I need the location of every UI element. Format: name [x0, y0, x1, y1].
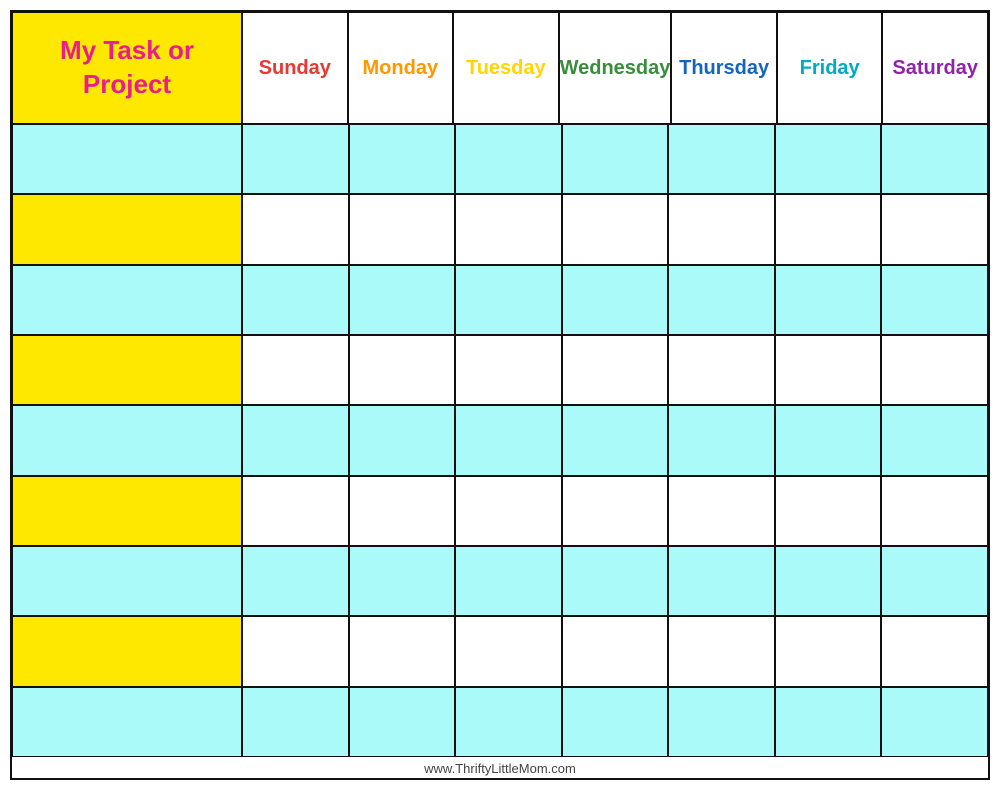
day-cell-r4-d4 [668, 405, 775, 475]
table-row [12, 124, 988, 194]
day-cell-r8-d4 [668, 687, 775, 757]
day-cell-r5-d1 [349, 476, 456, 546]
day-cell-r1-d4 [668, 194, 775, 264]
day-cell-r7-d6 [881, 616, 988, 686]
day-header-wednesday: Wednesday [559, 12, 672, 124]
task-cell-7 [12, 616, 242, 686]
day-cell-r1-d0 [242, 194, 349, 264]
task-cell-3 [12, 335, 242, 405]
day-cell-r3-d1 [349, 335, 456, 405]
weekly-chart: My Task or Project SundayMondayTuesdayWe… [10, 10, 990, 780]
day-cell-r2-d5 [775, 265, 882, 335]
day-cell-r0-d2 [455, 124, 562, 194]
day-cell-r7-d2 [455, 616, 562, 686]
day-cell-r6-d0 [242, 546, 349, 616]
task-cell-5 [12, 476, 242, 546]
day-cell-r5-d0 [242, 476, 349, 546]
day-cell-r7-d5 [775, 616, 882, 686]
day-cell-r1-d6 [881, 194, 988, 264]
day-cell-r5-d2 [455, 476, 562, 546]
day-cell-r8-d5 [775, 687, 882, 757]
day-cell-r4-d3 [562, 405, 669, 475]
day-cell-r8-d6 [881, 687, 988, 757]
data-rows [12, 124, 988, 757]
day-cell-r3-d6 [881, 335, 988, 405]
day-cell-r6-d2 [455, 546, 562, 616]
footer: www.ThriftyLittleMom.com [12, 757, 988, 778]
table-row [12, 616, 988, 686]
day-header-sunday: Sunday [242, 12, 348, 124]
day-cell-r0-d5 [775, 124, 882, 194]
table: My Task or Project SundayMondayTuesdayWe… [12, 12, 988, 757]
day-cell-r8-d1 [349, 687, 456, 757]
day-cell-r7-d3 [562, 616, 669, 686]
day-header-saturday: Saturday [882, 12, 988, 124]
task-cell-1 [12, 194, 242, 264]
task-cell-6 [12, 546, 242, 616]
day-cell-r0-d1 [349, 124, 456, 194]
day-cell-r6-d3 [562, 546, 669, 616]
day-cell-r5-d4 [668, 476, 775, 546]
day-cell-r6-d1 [349, 546, 456, 616]
header-row: My Task or Project SundayMondayTuesdayWe… [12, 12, 988, 124]
day-cell-r5-d5 [775, 476, 882, 546]
task-cell-8 [12, 687, 242, 757]
day-cell-r8-d0 [242, 687, 349, 757]
day-cell-r4-d6 [881, 405, 988, 475]
table-row [12, 265, 988, 335]
day-cell-r3-d4 [668, 335, 775, 405]
day-cell-r0-d0 [242, 124, 349, 194]
day-cell-r2-d1 [349, 265, 456, 335]
task-header-cell: My Task or Project [12, 12, 242, 124]
day-cell-r5-d3 [562, 476, 669, 546]
day-cell-r0-d4 [668, 124, 775, 194]
day-cell-r1-d3 [562, 194, 669, 264]
day-cell-r6-d5 [775, 546, 882, 616]
day-cell-r3-d5 [775, 335, 882, 405]
day-cell-r3-d2 [455, 335, 562, 405]
table-row [12, 405, 988, 475]
day-cell-r4-d0 [242, 405, 349, 475]
day-cell-r6-d6 [881, 546, 988, 616]
day-cell-r4-d5 [775, 405, 882, 475]
table-row [12, 335, 988, 405]
day-header-friday: Friday [777, 12, 883, 124]
day-cell-r4-d1 [349, 405, 456, 475]
day-cell-r1-d1 [349, 194, 456, 264]
task-cell-2 [12, 265, 242, 335]
day-cell-r5-d6 [881, 476, 988, 546]
day-cell-r7-d4 [668, 616, 775, 686]
day-cell-r6-d4 [668, 546, 775, 616]
footer-url: www.ThriftyLittleMom.com [424, 761, 576, 776]
day-cell-r0-d3 [562, 124, 669, 194]
day-cell-r8-d3 [562, 687, 669, 757]
task-cell-0 [12, 124, 242, 194]
day-header-monday: Monday [348, 12, 454, 124]
day-cell-r7-d1 [349, 616, 456, 686]
day-header-tuesday: Tuesday [453, 12, 559, 124]
day-cell-r2-d2 [455, 265, 562, 335]
day-header-thursday: Thursday [671, 12, 777, 124]
task-header-text: My Task or Project [60, 34, 194, 102]
day-cell-r3-d0 [242, 335, 349, 405]
day-cell-r0-d6 [881, 124, 988, 194]
table-row [12, 476, 988, 546]
table-row [12, 194, 988, 264]
day-cell-r2-d3 [562, 265, 669, 335]
table-row [12, 546, 988, 616]
day-cell-r7-d0 [242, 616, 349, 686]
day-cell-r2-d0 [242, 265, 349, 335]
day-cell-r8-d2 [455, 687, 562, 757]
day-cell-r1-d5 [775, 194, 882, 264]
day-cell-r2-d6 [881, 265, 988, 335]
day-cell-r1-d2 [455, 194, 562, 264]
day-cell-r2-d4 [668, 265, 775, 335]
table-row [12, 687, 988, 757]
day-cell-r4-d2 [455, 405, 562, 475]
task-cell-4 [12, 405, 242, 475]
day-cell-r3-d3 [562, 335, 669, 405]
